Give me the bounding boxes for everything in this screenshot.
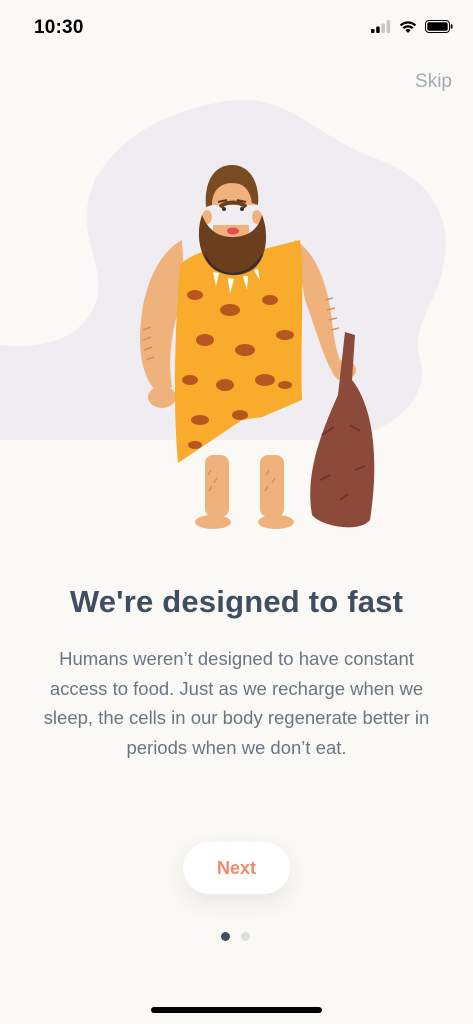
page-dot-active[interactable] <box>221 932 230 941</box>
cellular-signal-icon <box>371 20 391 33</box>
next-button[interactable]: Next <box>183 842 290 894</box>
wifi-icon <box>399 21 417 33</box>
page-dot-inactive[interactable] <box>241 932 250 941</box>
skip-button[interactable]: Skip <box>415 71 452 93</box>
home-indicator[interactable] <box>151 1007 322 1013</box>
status-icons <box>371 20 453 33</box>
battery-icon <box>425 20 453 33</box>
page-indicator <box>221 932 250 941</box>
status-time: 10:30 <box>34 17 84 38</box>
onboarding-description: Humans weren’t designed to have constant… <box>43 648 430 758</box>
status-bar: 10:30 <box>0 0 473 56</box>
caveman-illustration <box>0 99 446 529</box>
onboarding-title: We're designed to fast <box>69 584 404 619</box>
